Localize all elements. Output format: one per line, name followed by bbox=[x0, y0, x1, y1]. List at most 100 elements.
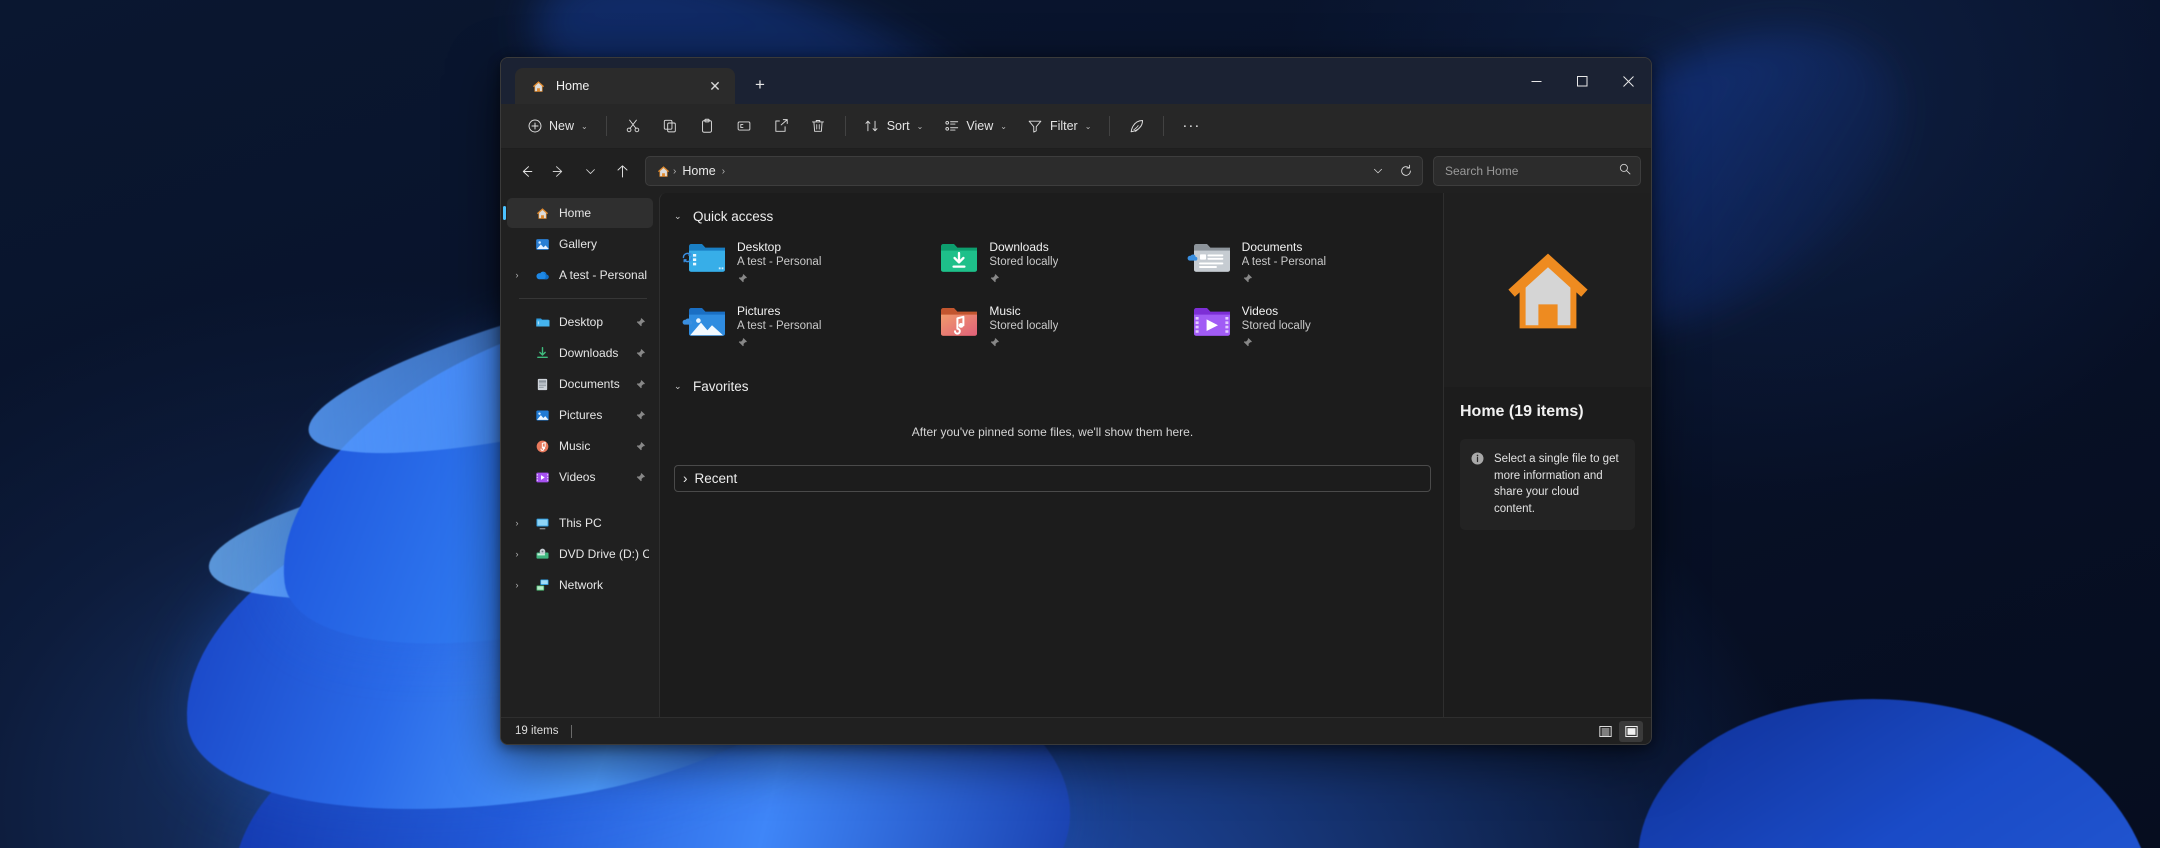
tab-close-icon[interactable]: ✕ bbox=[703, 74, 727, 98]
quick-access-item-videos[interactable]: Videos Stored locally bbox=[1179, 297, 1431, 359]
breadcrumb-item-home[interactable]: Home bbox=[677, 159, 720, 183]
title-bar: Home ✕ + bbox=[501, 58, 1651, 104]
view-button[interactable]: View ⌄ bbox=[934, 110, 1016, 142]
details-view-button[interactable] bbox=[1593, 721, 1617, 742]
sort-button[interactable]: Sort ⌄ bbox=[855, 110, 933, 142]
quick-access-item-music[interactable]: Music Stored locally bbox=[926, 297, 1178, 359]
sidebar-item-this-pc[interactable]: › This PC bbox=[507, 508, 653, 538]
favorites-header[interactable]: ⌄ Favorites bbox=[674, 373, 1431, 399]
cut-button[interactable] bbox=[616, 110, 651, 142]
sidebar-item-gallery[interactable]: Gallery bbox=[507, 229, 653, 259]
address-bar-row: › Home › bbox=[501, 149, 1651, 193]
filter-label: Filter bbox=[1050, 119, 1078, 133]
search-input[interactable] bbox=[1445, 164, 1618, 178]
info-icon bbox=[1470, 451, 1485, 471]
new-button[interactable]: New ⌄ bbox=[517, 110, 597, 142]
forward-button[interactable] bbox=[543, 156, 573, 186]
sidebar-item-label: DVD Drive (D:) CCC bbox=[559, 547, 649, 561]
copy-icon bbox=[662, 118, 679, 135]
breadcrumb-separator[interactable]: › bbox=[721, 166, 726, 177]
chevron-right-icon[interactable]: › bbox=[509, 270, 525, 280]
maximize-button[interactable] bbox=[1559, 58, 1605, 104]
minimize-button[interactable] bbox=[1513, 58, 1559, 104]
new-tab-button[interactable]: + bbox=[745, 70, 775, 100]
delete-button[interactable] bbox=[801, 110, 836, 142]
breadcrumb-bar[interactable]: › Home › bbox=[645, 156, 1423, 186]
toolbar-divider-2 bbox=[845, 116, 846, 136]
this-pc-icon bbox=[533, 514, 551, 532]
chevron-right-icon[interactable]: › bbox=[509, 549, 525, 559]
icon-wrap bbox=[682, 303, 728, 341]
tab-home[interactable]: Home ✕ bbox=[515, 68, 735, 104]
chevron-down-icon[interactable]: ⌄ bbox=[674, 381, 686, 392]
quick-access-item-desktop[interactable]: Desktop A test - Personal bbox=[674, 233, 926, 295]
sidebar-item-label: Documents bbox=[559, 377, 627, 391]
preview-pane-button[interactable] bbox=[1619, 721, 1643, 742]
copilot-icon bbox=[1128, 118, 1145, 135]
back-button[interactable] bbox=[511, 156, 541, 186]
details-preview bbox=[1444, 193, 1651, 387]
pictures-folder-icon bbox=[533, 406, 551, 424]
desktop: Home ✕ + bbox=[0, 0, 2160, 848]
pin-icon bbox=[1242, 271, 1326, 289]
item-name: Desktop bbox=[737, 240, 821, 254]
sidebar-item-pictures[interactable]: Pictures bbox=[507, 400, 653, 430]
rename-icon bbox=[736, 118, 753, 135]
command-bar: New ⌄ bbox=[501, 104, 1651, 149]
copy-button[interactable] bbox=[653, 110, 688, 142]
close-button[interactable] bbox=[1605, 58, 1651, 104]
chevron-right-icon[interactable]: › bbox=[683, 471, 688, 486]
copilot-button[interactable] bbox=[1119, 110, 1154, 142]
details-pane: Home (19 items) Select a single file to … bbox=[1443, 193, 1651, 717]
sidebar-gap bbox=[501, 493, 659, 507]
refresh-button[interactable] bbox=[1392, 158, 1420, 184]
quick-access-item-documents[interactable]: Documents A test - Personal bbox=[1179, 233, 1431, 295]
navigation-pane[interactable]: Home Gallery › A test - Personal bbox=[501, 193, 659, 717]
sidebar-item-home[interactable]: Home bbox=[507, 198, 653, 228]
address-dropdown-button[interactable] bbox=[1364, 158, 1392, 184]
sidebar-item-a-test-personal[interactable]: › A test - Personal bbox=[507, 260, 653, 290]
network-icon bbox=[533, 576, 551, 594]
filter-button[interactable]: Filter ⌄ bbox=[1018, 110, 1100, 142]
item-name: Music bbox=[989, 304, 1058, 318]
recent-locations-button[interactable] bbox=[575, 156, 605, 186]
quick-access-item-pictures[interactable]: Pictures A test - Personal bbox=[674, 297, 926, 359]
more-options-button[interactable]: ··· bbox=[1173, 110, 1209, 142]
sidebar-item-network[interactable]: › Network bbox=[507, 570, 653, 600]
item-subtitle: Stored locally bbox=[989, 256, 1058, 268]
status-item-count: 19 items bbox=[515, 725, 558, 737]
quick-access-item-downloads[interactable]: Downloads Stored locally bbox=[926, 233, 1178, 295]
up-button[interactable] bbox=[607, 156, 637, 186]
pin-icon bbox=[1242, 335, 1311, 353]
chevron-down-icon[interactable]: ⌄ bbox=[674, 211, 686, 222]
pin-icon bbox=[635, 472, 649, 483]
rename-button[interactable] bbox=[727, 110, 762, 142]
details-title: Home (19 items) bbox=[1460, 403, 1635, 421]
sidebar-item-dvd-drive[interactable]: › DVD Drive (D:) CCC bbox=[507, 539, 653, 569]
status-bar: 19 items bbox=[501, 717, 1651, 744]
sidebar-item-videos[interactable]: Videos bbox=[507, 462, 653, 492]
recent-header[interactable]: › Recent bbox=[674, 465, 1431, 492]
sidebar-item-music[interactable]: Music bbox=[507, 431, 653, 461]
chevron-right-icon[interactable]: › bbox=[509, 580, 525, 590]
quick-access-header[interactable]: ⌄ Quick access bbox=[674, 203, 1431, 229]
sidebar-item-downloads[interactable]: Downloads bbox=[507, 338, 653, 368]
details-note-text: Select a single file to get more informa… bbox=[1494, 451, 1623, 518]
sidebar-item-desktop[interactable]: Desktop bbox=[507, 307, 653, 337]
sidebar-item-label: Home bbox=[559, 206, 649, 220]
icon-wrap bbox=[934, 239, 980, 277]
sidebar-item-documents[interactable]: Documents bbox=[507, 369, 653, 399]
details-note: Select a single file to get more informa… bbox=[1460, 439, 1635, 530]
search-icon[interactable] bbox=[1618, 162, 1632, 181]
paste-button[interactable] bbox=[690, 110, 725, 142]
window-controls bbox=[1513, 58, 1651, 104]
share-button[interactable] bbox=[764, 110, 799, 142]
sidebar-item-label: Pictures bbox=[559, 408, 627, 422]
search-box[interactable] bbox=[1433, 156, 1641, 186]
chevron-right-icon[interactable]: › bbox=[509, 518, 525, 528]
item-texts: Videos Stored locally bbox=[1242, 303, 1311, 353]
sidebar-item-label: Desktop bbox=[559, 315, 627, 329]
item-name: Documents bbox=[1242, 240, 1326, 254]
quick-access-title: Quick access bbox=[693, 209, 773, 224]
gallery-icon bbox=[533, 235, 551, 253]
